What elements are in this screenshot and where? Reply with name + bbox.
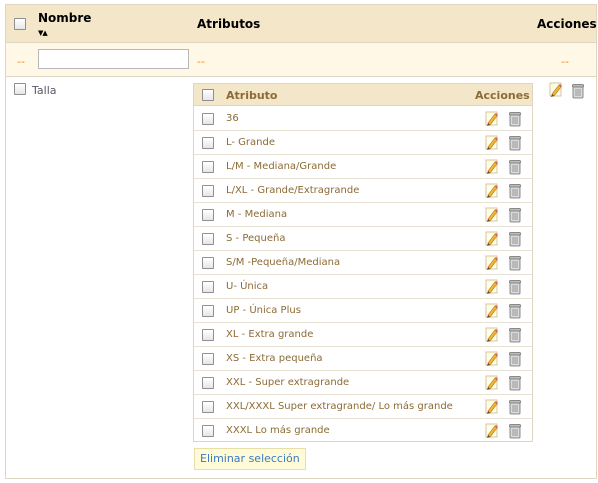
attribute-row-checkbox[interactable] [202,305,214,317]
attribute-label: UP - Única Plus [226,305,301,316]
attribute-groups-table: Nombre ▼▲ Atributos Acciones -- -- -- Ta… [5,4,597,479]
table-header-row: Nombre ▼▲ Atributos Acciones [6,5,597,43]
edit-pencil-icon[interactable] [484,351,499,367]
attribute-row: XXXL Lo más grande [194,419,532,443]
delete-bin-icon[interactable] [508,375,522,391]
attribute-row: L/M - Mediana/Grande [194,155,532,179]
group-name: Talla [32,84,57,97]
edit-pencil-icon[interactable] [484,135,499,151]
attribute-row-checkbox[interactable] [202,113,214,125]
attribute-row: UP - Única Plus [194,299,532,323]
attribute-row-checkbox[interactable] [202,185,214,197]
edit-pencil-icon[interactable] [484,183,499,199]
delete-bin-icon[interactable] [508,303,522,319]
attribute-row-checkbox[interactable] [202,401,214,413]
attribute-row: U- Única [194,275,532,299]
attribute-row-checkbox[interactable] [202,137,214,149]
name-filter-input[interactable] [38,49,189,69]
attribute-label: S - Pequeña [226,233,286,244]
attribute-label: L/M - Mediana/Grande [226,161,337,172]
attribute-row: S/M -Pequeña/Mediana [194,251,532,275]
attribute-row: XXL/XXXL Super extragrande/ Lo más grand… [194,395,532,419]
attribute-label: XS - Extra pequeña [226,353,323,364]
subtable-header-row: Atributo Acciones [194,84,532,106]
group-row-checkbox[interactable] [14,83,26,95]
attribute-label: U- Única [226,281,269,292]
edit-pencil-icon[interactable] [548,82,563,98]
delete-bin-icon[interactable] [508,423,522,439]
delete-selection-button[interactable]: Eliminar selección [194,448,306,470]
delete-bin-icon[interactable] [508,231,522,247]
attribute-label: 36 [226,113,239,124]
delete-bin-icon[interactable] [508,255,522,271]
subtable-header-attribute: Atributo [226,89,278,102]
attribute-label: S/M -Pequeña/Mediana [226,257,341,268]
edit-pencil-icon[interactable] [484,255,499,271]
edit-pencil-icon[interactable] [484,303,499,319]
attribute-row: L/XL - Grande/Extragrande [194,179,532,203]
attribute-row: M - Mediana [194,203,532,227]
attribute-row-checkbox[interactable] [202,209,214,221]
edit-pencil-icon[interactable] [484,231,499,247]
edit-pencil-icon[interactable] [484,159,499,175]
attribute-row: XXL - Super extragrande [194,371,532,395]
select-all-attributes-checkbox[interactable] [202,89,214,101]
attribute-row-checkbox[interactable] [202,425,214,437]
attribute-row: XS - Extra pequeña [194,347,532,371]
edit-pencil-icon[interactable] [484,327,499,343]
delete-bin-icon[interactable] [571,83,585,99]
delete-bin-icon[interactable] [508,111,522,127]
subtable-header-actions: Acciones [475,89,530,102]
edit-pencil-icon[interactable] [484,279,499,295]
attribute-row-checkbox[interactable] [202,377,214,389]
attribute-label: M - Mediana [226,209,288,220]
attribute-label: XXL - Super extragrande [226,377,350,388]
attribute-row-checkbox[interactable] [202,257,214,269]
attributes-filter-dash: -- [197,55,205,68]
attribute-label: XXL/XXXL Super extragrande/ Lo más grand… [226,401,453,412]
column-header-attributes: Atributos [197,17,261,31]
attributes-subtable: Atributo Acciones 36 L- Grande L/M - Media… [193,83,533,442]
attribute-label: L/XL - Grande/Extragrande [226,185,360,196]
delete-bin-icon[interactable] [508,183,522,199]
delete-bin-icon[interactable] [508,351,522,367]
delete-bin-icon[interactable] [508,135,522,151]
column-header-actions: Acciones [537,17,597,31]
edit-pencil-icon[interactable] [484,111,499,127]
actions-filter-dash: -- [561,55,569,68]
attribute-row: L- Grande [194,131,532,155]
attribute-row-checkbox[interactable] [202,281,214,293]
attribute-row-checkbox[interactable] [202,161,214,173]
attribute-label: XXXL Lo más grande [226,425,330,436]
edit-pencil-icon[interactable] [484,423,499,439]
delete-bin-icon[interactable] [508,399,522,415]
attribute-row-checkbox[interactable] [202,233,214,245]
column-header-name[interactable]: Nombre [38,11,91,25]
attribute-row-checkbox[interactable] [202,329,214,341]
attribute-label: L- Grande [226,137,276,148]
attribute-row: S - Pequeña [194,227,532,251]
select-all-checkbox[interactable] [14,18,26,30]
edit-pencil-icon[interactable] [484,375,499,391]
delete-bin-icon[interactable] [508,159,522,175]
delete-bin-icon[interactable] [508,207,522,223]
attribute-row: 36 [194,107,532,131]
attribute-row-checkbox[interactable] [202,353,214,365]
edit-pencil-icon[interactable] [484,207,499,223]
edit-pencil-icon[interactable] [484,399,499,415]
filter-dash: -- [17,55,25,68]
attribute-label: XL - Extra grande [226,329,314,340]
sort-arrows-icon[interactable]: ▼▲ [38,29,48,37]
delete-bin-icon[interactable] [508,279,522,295]
attribute-row: XL - Extra grande [194,323,532,347]
delete-bin-icon[interactable] [508,327,522,343]
